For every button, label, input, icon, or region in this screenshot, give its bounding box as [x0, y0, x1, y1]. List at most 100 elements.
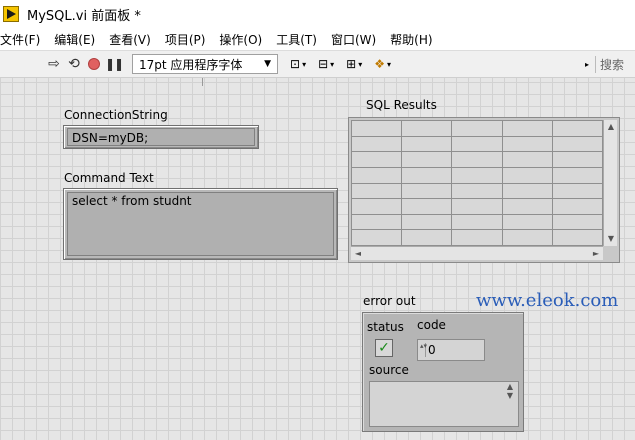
table-cell[interactable]: [350, 213, 403, 231]
table-row: [350, 213, 604, 231]
table-cell[interactable]: [551, 229, 604, 246]
toolbar-right: ▸ 搜索: [585, 51, 635, 77]
watermark-text: www.eleok.com: [476, 290, 619, 311]
table-cell[interactable]: [451, 135, 503, 153]
table-cell[interactable]: [451, 229, 503, 246]
abort-execution-icon[interactable]: [84, 54, 104, 74]
table-cell[interactable]: [401, 166, 453, 184]
table-cell[interactable]: [501, 198, 553, 215]
table-cell[interactable]: [501, 213, 553, 231]
table-cell[interactable]: [551, 151, 604, 168]
sql-results-grid[interactable]: [350, 120, 604, 246]
table-cell[interactable]: [501, 120, 553, 137]
font-select-value: 17pt 应用程序字体: [139, 57, 243, 72]
table-cell[interactable]: [451, 120, 503, 137]
pause-icon[interactable]: ❚❚: [104, 54, 124, 74]
table-row: [350, 229, 604, 246]
align-objects-button[interactable]: ⊡ ▾: [290, 57, 306, 71]
table-cell[interactable]: [401, 213, 453, 231]
expand-arrow-icon[interactable]: ▸: [585, 60, 589, 69]
error-out-label: error out: [363, 294, 416, 308]
table-row: [350, 120, 604, 137]
table-cell[interactable]: [551, 120, 604, 137]
table-cell[interactable]: [350, 151, 403, 168]
table-cell[interactable]: [501, 151, 553, 168]
table-cell[interactable]: [350, 198, 403, 215]
menu-window[interactable]: 窗口(W): [331, 31, 376, 48]
connection-string-control[interactable]: DSN=myDB;: [63, 125, 259, 149]
run-arrow-icon[interactable]: ⇨: [44, 54, 64, 74]
menu-help[interactable]: 帮助(H): [390, 31, 432, 48]
menu-bar: 文件(F) 编辑(E) 查看(V) 项目(P) 操作(O) 工具(T) 窗口(W…: [0, 29, 635, 49]
source-scroll-arrows-icon[interactable]: ▲ ▼: [504, 382, 516, 426]
source-field[interactable]: ▲ ▼: [369, 381, 519, 427]
status-label: status: [367, 320, 404, 334]
status-indicator[interactable]: ✓: [375, 339, 393, 357]
sql-results-label: SQL Results: [366, 98, 437, 112]
menu-operate[interactable]: 操作(O): [219, 31, 262, 48]
error-out-cluster: status code ✓ ▴▾ 0 source ▲ ▼: [362, 312, 524, 432]
table-cell[interactable]: [350, 166, 403, 184]
reorder-button[interactable]: ❖ ▾: [374, 57, 391, 71]
table-cell[interactable]: [350, 229, 403, 246]
sql-results-table[interactable]: ▲ ▼ ◄ ►: [348, 117, 620, 263]
connection-string-value[interactable]: DSN=myDB;: [67, 128, 255, 146]
title-bar: MySQL.vi 前面板 *: [0, 0, 635, 28]
menu-project[interactable]: 项目(P): [165, 31, 206, 48]
scroll-up-icon[interactable]: ▲: [604, 120, 618, 134]
resize-objects-button[interactable]: ⊞ ▾: [346, 57, 362, 71]
font-select[interactable]: 17pt 应用程序字体 ▼: [132, 54, 278, 74]
scroll-left-icon[interactable]: ◄: [351, 247, 365, 261]
table-cell[interactable]: [501, 182, 553, 200]
dropdown-arrow-icon: ▾: [358, 59, 363, 69]
horizontal-scrollbar[interactable]: ◄ ►: [351, 246, 603, 260]
table-cell[interactable]: [350, 120, 403, 137]
table-cell[interactable]: [501, 135, 553, 153]
window-title: MySQL.vi 前面板 *: [27, 8, 141, 24]
panel-divider: [202, 78, 203, 86]
table-row: [350, 198, 604, 215]
run-continuously-icon[interactable]: ⟲: [64, 54, 84, 74]
table-cell[interactable]: [551, 182, 604, 200]
command-text-label: Command Text: [64, 171, 154, 185]
table-cell[interactable]: [551, 213, 604, 231]
menu-edit[interactable]: 编辑(E): [54, 31, 95, 48]
table-cell[interactable]: [401, 151, 453, 168]
table-cell[interactable]: [551, 198, 604, 215]
dropdown-arrow-icon: ▾: [330, 59, 335, 69]
table-row: [350, 135, 604, 153]
vertical-scrollbar[interactable]: ▲ ▼: [603, 120, 617, 246]
command-text-control[interactable]: select * from studnt: [63, 188, 338, 260]
table-cell[interactable]: [551, 135, 604, 153]
scroll-right-icon[interactable]: ►: [589, 247, 603, 261]
table-cell[interactable]: [451, 166, 503, 184]
menu-file[interactable]: 文件(F): [0, 31, 40, 48]
table-cell[interactable]: [451, 213, 503, 231]
table-cell[interactable]: [401, 135, 453, 153]
dropdown-arrow-icon: ▾: [302, 59, 307, 69]
scroll-down-icon[interactable]: ▼: [604, 232, 618, 246]
menu-view[interactable]: 查看(V): [109, 31, 151, 48]
table-cell[interactable]: [350, 182, 403, 200]
table-cell[interactable]: [451, 151, 503, 168]
code-value: 0: [428, 343, 436, 357]
search-input[interactable]: 搜索: [595, 55, 635, 73]
table-cell[interactable]: [350, 135, 403, 153]
distribute-objects-button[interactable]: ⊟ ▾: [318, 57, 334, 71]
reorder-icon: ❖: [374, 57, 385, 71]
command-text-value[interactable]: select * from studnt: [67, 192, 334, 256]
menu-tools[interactable]: 工具(T): [276, 31, 317, 48]
table-cell[interactable]: [451, 198, 503, 215]
table-cell[interactable]: [551, 166, 604, 184]
table-cell[interactable]: [501, 166, 553, 184]
table-cell[interactable]: [451, 182, 503, 200]
table-cell[interactable]: [401, 120, 453, 137]
table-cell[interactable]: [401, 198, 453, 215]
connection-string-label: ConnectionString: [64, 108, 168, 122]
table-cell[interactable]: [401, 229, 453, 246]
increment-arrows-icon[interactable]: ▴▾: [420, 343, 427, 357]
chevron-down-icon: ▼: [264, 59, 271, 69]
code-field[interactable]: ▴▾ 0: [417, 339, 485, 361]
table-cell[interactable]: [401, 182, 453, 200]
table-cell[interactable]: [501, 229, 553, 246]
